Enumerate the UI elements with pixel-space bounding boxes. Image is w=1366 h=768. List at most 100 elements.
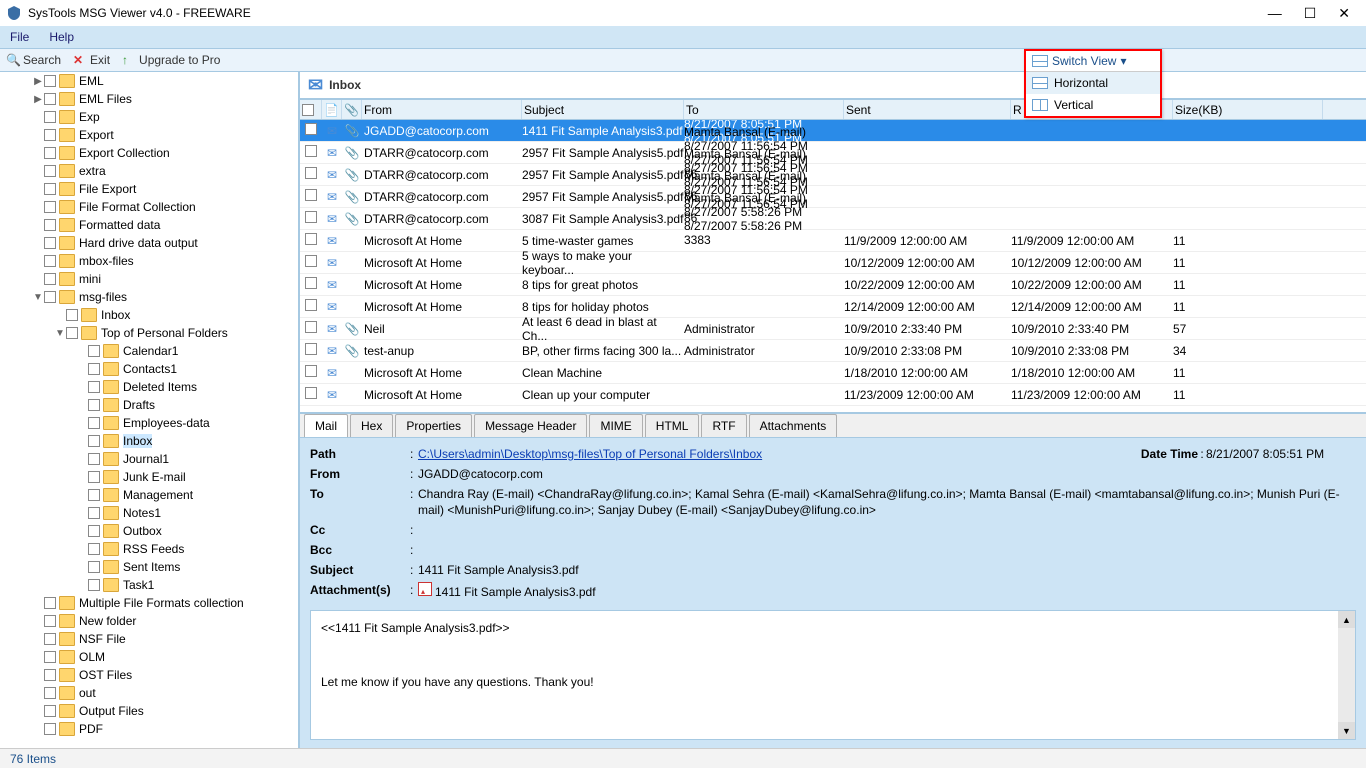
tree-checkbox[interactable]	[44, 75, 56, 87]
body-scrollbar[interactable]: ▲ ▼	[1338, 611, 1355, 739]
row-checkbox[interactable]	[305, 211, 317, 223]
message-row[interactable]: ✉📎NeilAt least 6 dead in blast at Ch...A…	[300, 318, 1366, 340]
upgrade-button[interactable]: ↑ Upgrade to Pro	[122, 53, 220, 67]
tree-checkbox[interactable]	[44, 129, 56, 141]
tree-item[interactable]: OLM	[0, 648, 298, 666]
tree-item[interactable]: File Export	[0, 180, 298, 198]
scroll-up-button[interactable]: ▲	[1338, 611, 1355, 628]
tree-item[interactable]: Journal1	[0, 450, 298, 468]
switch-view-horizontal[interactable]: Horizontal	[1026, 72, 1160, 94]
tree-checkbox[interactable]	[44, 165, 56, 177]
tree-checkbox[interactable]	[66, 309, 78, 321]
tree-item[interactable]: Task1	[0, 576, 298, 594]
switch-view-button[interactable]: Switch View ▾	[1026, 51, 1160, 72]
tree-item[interactable]: extra	[0, 162, 298, 180]
tree-item[interactable]: Sent Items	[0, 558, 298, 576]
message-body[interactable]: <<1411 Fit Sample Analysis3.pdf>> Let me…	[310, 610, 1356, 740]
tab-hex[interactable]: Hex	[350, 414, 393, 437]
row-checkbox[interactable]	[305, 189, 317, 201]
tree-checkbox[interactable]	[44, 291, 56, 303]
exit-button[interactable]: ✕ Exit	[73, 53, 110, 67]
tree-checkbox[interactable]	[44, 669, 56, 681]
tree-checkbox[interactable]	[88, 435, 100, 447]
tree-checkbox[interactable]	[66, 327, 78, 339]
tree-checkbox[interactable]	[88, 507, 100, 519]
tree-checkbox[interactable]	[44, 651, 56, 663]
menu-help[interactable]: Help	[49, 30, 74, 44]
path-value[interactable]: C:\Users\admin\Desktop\msg-files\Top of …	[418, 447, 762, 461]
tree-checkbox[interactable]	[44, 183, 56, 195]
message-row[interactable]: ✉📎DTARR@catocorp.com3087 Fit Sample Anal…	[300, 208, 1366, 230]
tab-html[interactable]: HTML	[645, 414, 700, 437]
tree-item[interactable]: Inbox	[0, 432, 298, 450]
tree-item[interactable]: Export	[0, 126, 298, 144]
tab-mime[interactable]: MIME	[589, 414, 642, 437]
tree-checkbox[interactable]	[44, 597, 56, 609]
close-button[interactable]: ✕	[1338, 5, 1350, 22]
switch-view-vertical[interactable]: Vertical	[1026, 94, 1160, 116]
tree-item[interactable]: Contacts1	[0, 360, 298, 378]
tree-item[interactable]: ▼msg-files	[0, 288, 298, 306]
row-checkbox[interactable]	[305, 123, 317, 135]
tree-item[interactable]: OST Files	[0, 666, 298, 684]
row-checkbox[interactable]	[305, 255, 317, 267]
tree-item[interactable]: Employees-data	[0, 414, 298, 432]
tree-item[interactable]: Multiple File Formats collection	[0, 594, 298, 612]
tree-checkbox[interactable]	[44, 723, 56, 735]
message-row[interactable]: ✉Microsoft At Home8 tips for great photo…	[300, 274, 1366, 296]
expand-icon[interactable]: ▼	[54, 328, 66, 339]
tree-item[interactable]: NSF File	[0, 630, 298, 648]
row-checkbox[interactable]	[305, 277, 317, 289]
message-row[interactable]: ✉Microsoft At HomeClean up your computer…	[300, 384, 1366, 406]
menu-file[interactable]: File	[10, 30, 29, 44]
header-from[interactable]: From	[362, 100, 522, 119]
tree-item[interactable]: Notes1	[0, 504, 298, 522]
tree-item[interactable]: out	[0, 684, 298, 702]
tab-mail[interactable]: Mail	[304, 414, 348, 437]
message-row[interactable]: ✉📎test-anupBP, other firms facing 300 la…	[300, 340, 1366, 362]
tree-item[interactable]: New folder	[0, 612, 298, 630]
tree-checkbox[interactable]	[44, 687, 56, 699]
row-checkbox[interactable]	[305, 343, 317, 355]
tab-rtf[interactable]: RTF	[701, 414, 746, 437]
tree-checkbox[interactable]	[88, 345, 100, 357]
tree-item[interactable]: RSS Feeds	[0, 540, 298, 558]
search-button[interactable]: 🔍 Search	[6, 53, 61, 67]
tree-checkbox[interactable]	[44, 93, 56, 105]
tree-item[interactable]: Calendar1	[0, 342, 298, 360]
tree-item[interactable]: mbox-files	[0, 252, 298, 270]
row-checkbox[interactable]	[305, 365, 317, 377]
row-checkbox[interactable]	[305, 167, 317, 179]
tree-checkbox[interactable]	[44, 615, 56, 627]
message-row[interactable]: ✉Microsoft At Home8 tips for holiday pho…	[300, 296, 1366, 318]
row-checkbox[interactable]	[305, 321, 317, 333]
tree-item[interactable]: Exp	[0, 108, 298, 126]
header-sent[interactable]: Sent	[844, 100, 1011, 119]
message-row[interactable]: ✉Microsoft At HomeClean Machine1/18/2010…	[300, 362, 1366, 384]
tree-item[interactable]: Drafts	[0, 396, 298, 414]
tree-item[interactable]: File Format Collection	[0, 198, 298, 216]
tree-checkbox[interactable]	[88, 489, 100, 501]
row-checkbox[interactable]	[305, 145, 317, 157]
tree-item[interactable]: Inbox	[0, 306, 298, 324]
message-list[interactable]: ✉📎JGADD@catocorp.com1411 Fit Sample Anal…	[300, 120, 1366, 406]
expand-icon[interactable]: ▶	[32, 94, 44, 105]
tree-item[interactable]: mini	[0, 270, 298, 288]
maximize-button[interactable]: ☐	[1304, 5, 1317, 22]
tab-message-header[interactable]: Message Header	[474, 414, 587, 437]
tree-checkbox[interactable]	[88, 399, 100, 411]
tree-checkbox[interactable]	[88, 579, 100, 591]
tree-checkbox[interactable]	[88, 363, 100, 375]
tree-item[interactable]: Management	[0, 486, 298, 504]
header-size[interactable]: Size(KB)	[1173, 100, 1323, 119]
expand-icon[interactable]: ▼	[32, 292, 44, 303]
tree-checkbox[interactable]	[44, 237, 56, 249]
tree-checkbox[interactable]	[44, 201, 56, 213]
tree-item[interactable]: Output Files	[0, 702, 298, 720]
select-all-checkbox[interactable]	[302, 104, 314, 116]
tree-checkbox[interactable]	[88, 525, 100, 537]
tree-checkbox[interactable]	[88, 561, 100, 573]
message-row[interactable]: ✉Microsoft At Home5 ways to make your ke…	[300, 252, 1366, 274]
tree-item[interactable]: Hard drive data output	[0, 234, 298, 252]
tab-attachments[interactable]: Attachments	[749, 414, 838, 437]
